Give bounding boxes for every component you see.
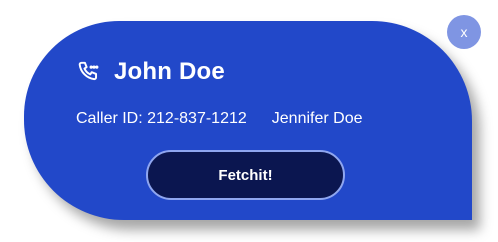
fetchit-button[interactable]: Fetchit! xyxy=(146,150,345,200)
phone-ringing-icon xyxy=(78,61,99,81)
close-button[interactable]: x xyxy=(447,15,481,49)
caller-header: John Doe xyxy=(76,58,225,86)
caller-name: John Doe xyxy=(114,58,225,85)
caller-details: Caller ID: 212-837-1212 Jennifer Doe xyxy=(76,110,362,128)
contact-name: Jennifer Doe xyxy=(271,110,363,127)
call-card: John Doe Caller ID: 212-837-1212 Jennife… xyxy=(24,21,472,220)
call-popup: John Doe Caller ID: 212-837-1212 Jennife… xyxy=(0,0,498,242)
caller-id: Caller ID: 212-837-1212 xyxy=(76,110,247,127)
